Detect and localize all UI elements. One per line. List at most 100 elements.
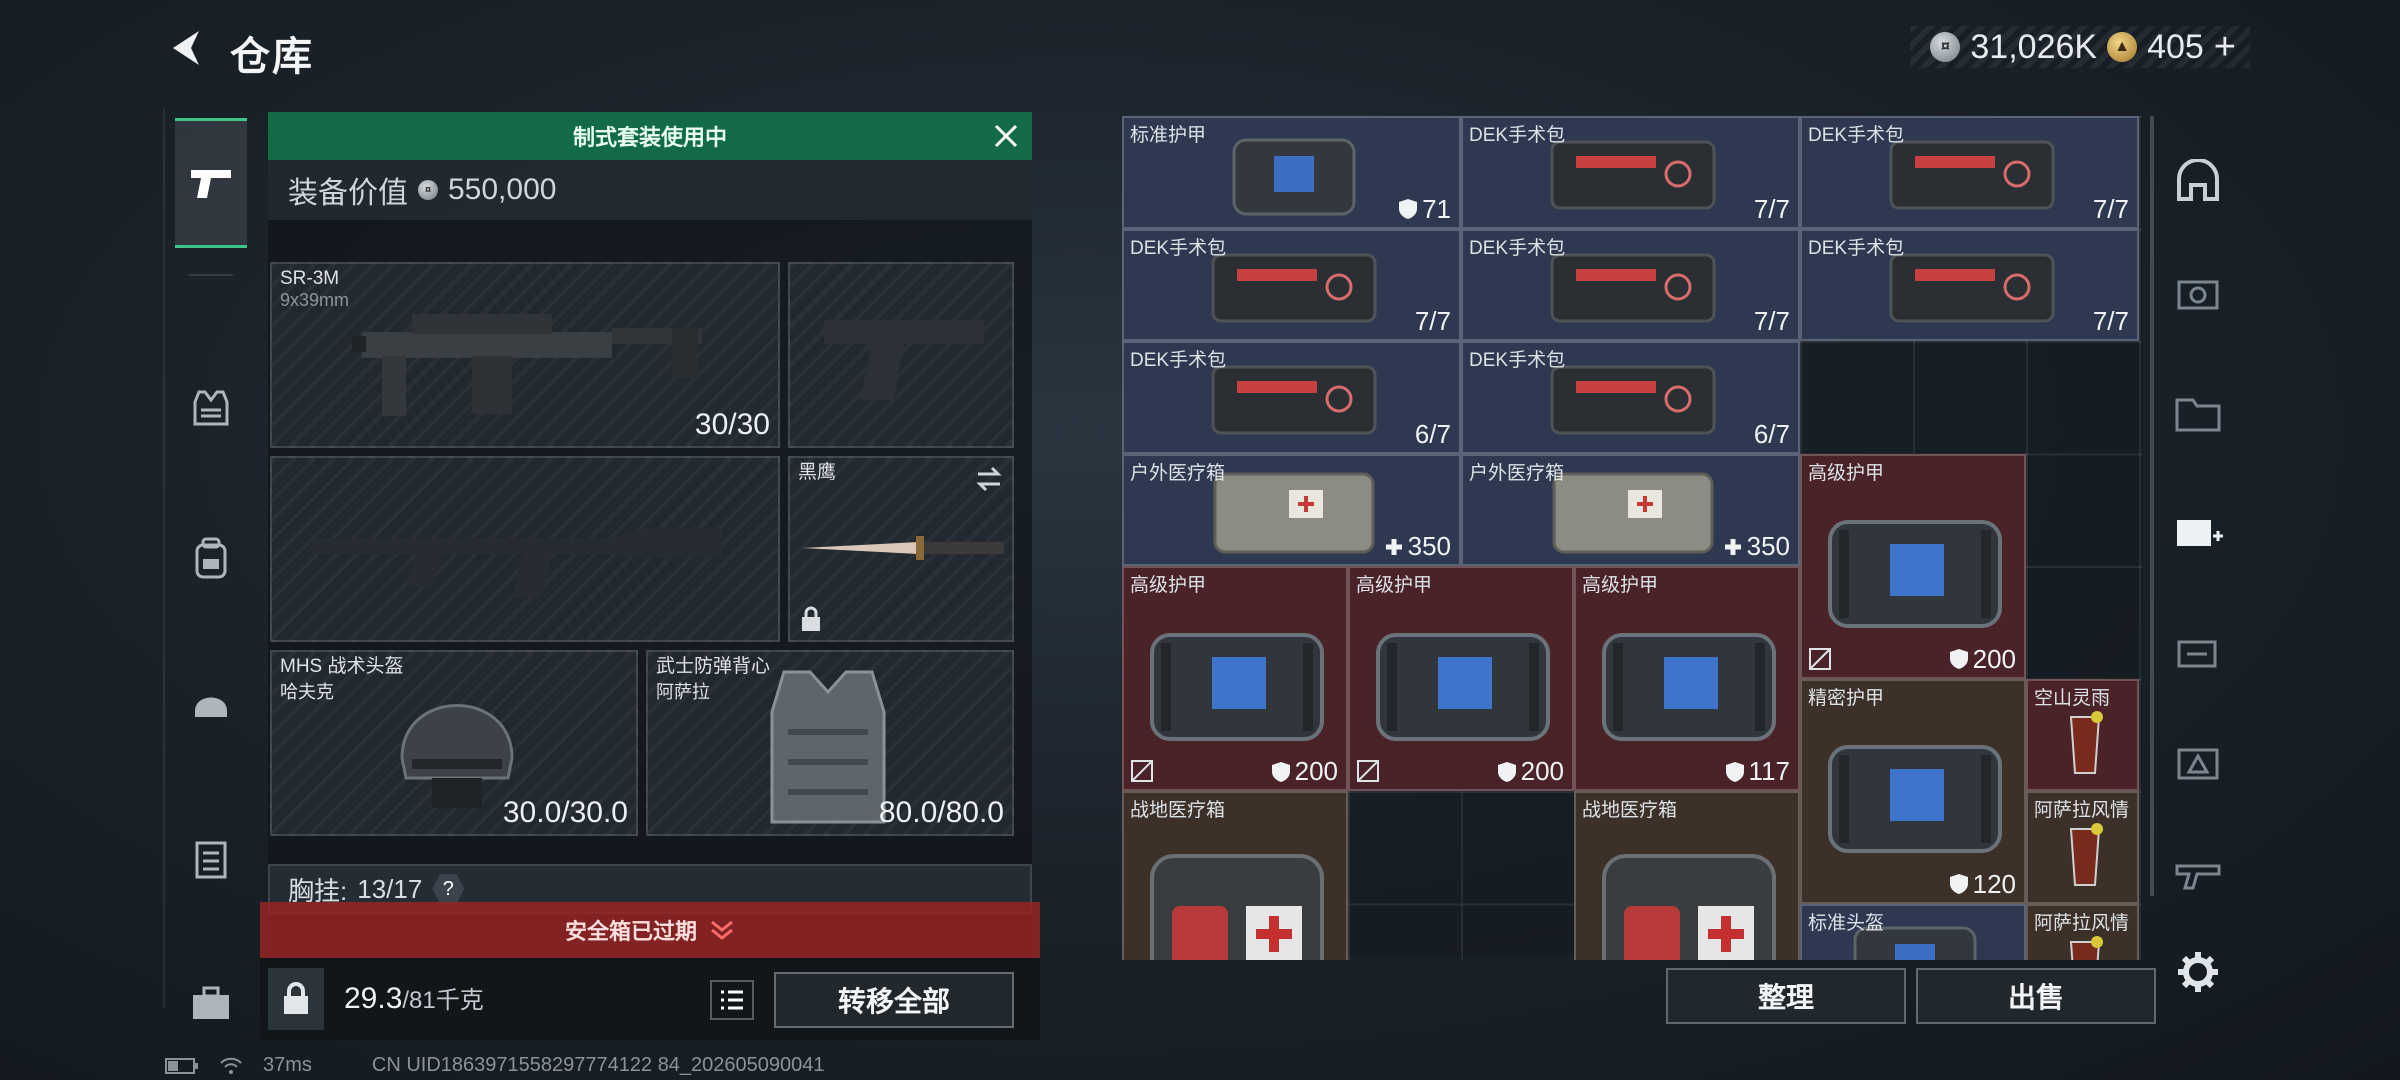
category-helmet[interactable] bbox=[175, 673, 247, 733]
settings-button[interactable] bbox=[2170, 942, 2226, 1002]
vest-image bbox=[770, 670, 886, 824]
item-name: 户外医疗箱 bbox=[1469, 462, 1565, 484]
storage-item[interactable]: DEK手术包 7/7 bbox=[1800, 116, 2139, 229]
item-name: 战地医疗箱 bbox=[1582, 800, 1678, 821]
category-chest-rig[interactable] bbox=[175, 828, 247, 888]
storage-item[interactable]: 户外医疗箱 350 bbox=[1461, 453, 1800, 566]
close-icon[interactable] bbox=[990, 120, 1022, 152]
gun-filter-icon bbox=[2175, 864, 2221, 890]
storage-item[interactable]: DEK手术包 6/7 bbox=[1461, 341, 1800, 454]
storage-item[interactable]: 户外医疗箱 350 bbox=[1122, 453, 1461, 566]
storage-item[interactable]: 高级护甲 200 bbox=[1122, 566, 1348, 791]
storage-item[interactable]: 精密护甲 120 bbox=[1800, 678, 2026, 904]
storage-item[interactable]: 阿萨拉风情 bbox=[2026, 791, 2139, 904]
pistol-silhouette-icon bbox=[824, 320, 984, 400]
item-name: 精密护甲 bbox=[1808, 687, 1885, 709]
filter-medical[interactable] bbox=[2170, 502, 2226, 562]
triangle-filter-icon bbox=[2177, 748, 2219, 780]
item-name: DEK手术包 bbox=[1808, 125, 1905, 146]
swap-icon[interactable] bbox=[974, 466, 1004, 492]
storage-item[interactable]: 高级护甲 117 bbox=[1574, 566, 1800, 791]
storage-item[interactable]: 空山灵雨 bbox=[2026, 678, 2139, 791]
item-quantity: 7/7 bbox=[2092, 306, 2129, 336]
transfer-all-button[interactable]: 转移全部 bbox=[774, 972, 1014, 1028]
storage-item[interactable]: 标准护甲 71 bbox=[1122, 116, 1461, 229]
storage-item[interactable]: DEK手术包 7/7 bbox=[1461, 116, 1800, 229]
first-aid-case-image bbox=[1150, 853, 1324, 960]
rifle-silhouette-icon bbox=[312, 528, 722, 598]
status-bar: 37ms CN UID1863971558297774122 84_202605… bbox=[165, 1054, 825, 1077]
currency-display: ¤ 31,026K ▲ 405 + bbox=[1910, 26, 2250, 68]
add-currency-button[interactable]: + bbox=[2214, 26, 2236, 69]
safebox-expired-text: 安全箱已过期 bbox=[564, 919, 697, 944]
ping: 37ms bbox=[263, 1054, 312, 1076]
helmet-name: MHS 战术头盔 bbox=[280, 656, 404, 677]
category-case[interactable] bbox=[175, 973, 247, 1033]
secondary-weapon-slot[interactable] bbox=[270, 456, 780, 642]
item-name: DEK手术包 bbox=[1469, 237, 1566, 259]
equipment-value-label: 装备价值 bbox=[288, 177, 408, 210]
filter-tier-3-gear[interactable] bbox=[2170, 622, 2226, 682]
first-aid-case-image bbox=[1602, 853, 1776, 960]
shield-icon bbox=[1725, 761, 1744, 782]
armor-bag-image bbox=[1828, 520, 2002, 628]
filter-tier-4-folder[interactable] bbox=[2170, 382, 2226, 442]
storage-item[interactable]: DEK手术包 7/7 bbox=[1461, 228, 1800, 341]
item-name: 战地医疗箱 bbox=[1130, 800, 1226, 821]
weapon-ammo: 9x39mm bbox=[280, 290, 350, 310]
rig-icon bbox=[195, 841, 227, 879]
page-title: 仓库 bbox=[230, 35, 314, 79]
list-view-button[interactable] bbox=[710, 980, 754, 1020]
sort-button[interactable]: 整理 bbox=[1666, 968, 1906, 1024]
category-backpack[interactable] bbox=[175, 528, 247, 588]
item-quantity: 350 bbox=[1384, 531, 1451, 562]
surgery-kit-image bbox=[1550, 365, 1715, 435]
sell-button[interactable]: 出售 bbox=[1916, 968, 2156, 1024]
filter-tier-3-gun[interactable] bbox=[2170, 842, 2226, 902]
back-button[interactable] bbox=[160, 22, 212, 74]
storage-item[interactable]: DEK手术包 6/7 bbox=[1122, 341, 1461, 454]
surgery-kit-image bbox=[1889, 140, 2054, 210]
melee-name: 黑鹰 bbox=[798, 462, 837, 483]
safebox-expired-bar[interactable]: 安全箱已过期 bbox=[260, 902, 1040, 958]
no-insure-icon bbox=[1131, 760, 1153, 782]
category-weapons[interactable] bbox=[175, 118, 247, 248]
filter-tier-3-rig[interactable] bbox=[2170, 732, 2226, 792]
medkit-filter-icon bbox=[2177, 520, 2223, 546]
storage-item[interactable]: 高级护甲 200 bbox=[1348, 566, 1574, 791]
wifi-icon bbox=[220, 1057, 242, 1074]
storage-item[interactable]: 战地医疗箱 bbox=[1574, 791, 1800, 960]
item-quantity: 120 bbox=[1949, 869, 2016, 900]
filter-sidebar bbox=[2162, 112, 2234, 992]
uid-text: CN UID1863971558297774122 84_20260509004… bbox=[371, 1054, 825, 1076]
filter-tier-5[interactable] bbox=[2170, 262, 2226, 322]
storage-item[interactable]: 战地医疗箱 bbox=[1122, 791, 1348, 960]
storage-item[interactable]: 标准头盔 bbox=[1800, 903, 2026, 960]
gear-icon bbox=[2178, 952, 2218, 992]
item-quantity: 117 bbox=[1725, 756, 1790, 787]
equipment-value-row: 装备价值 ¤ 550,000 bbox=[268, 160, 1032, 220]
help-icon[interactable]: ? bbox=[432, 874, 465, 904]
storage-item[interactable]: 阿萨拉风情 bbox=[2026, 903, 2139, 960]
helmet-slot[interactable]: MHS 战术头盔 哈夫克 30.0/30.0 bbox=[270, 650, 638, 836]
equipment-value: 550,000 bbox=[448, 173, 557, 206]
category-armor-vest[interactable] bbox=[175, 378, 247, 438]
storage-item[interactable]: 高级护甲 200 bbox=[1800, 453, 2026, 679]
knife-icon bbox=[802, 536, 1004, 560]
armor-bag-image bbox=[1376, 632, 1550, 741]
item-name: 高级护甲 bbox=[1356, 575, 1433, 596]
primary-weapon-slot[interactable]: SR-3M 9x39mm 30/30 bbox=[270, 262, 780, 448]
briefcase-icon bbox=[193, 986, 229, 1019]
melee-slot[interactable]: 黑鹰 bbox=[788, 456, 1014, 642]
storage-item[interactable]: DEK手术包 7/7 bbox=[1800, 228, 2139, 341]
armor-slot[interactable]: 武士防弹背心 阿萨拉 80.0/80.0 bbox=[646, 650, 1014, 836]
surgery-kit-image bbox=[1550, 253, 1715, 323]
item-name: DEK手术包 bbox=[1130, 350, 1227, 371]
storage-item[interactable]: DEK手术包 7/7 bbox=[1122, 228, 1461, 341]
filter-all[interactable] bbox=[2170, 152, 2226, 212]
pistol-slot[interactable] bbox=[788, 262, 1014, 448]
shield-icon bbox=[1949, 874, 1968, 894]
lock-button[interactable] bbox=[268, 968, 324, 1030]
storage-scrollbar[interactable] bbox=[2150, 116, 2154, 896]
armor-bag-image bbox=[1150, 632, 1324, 741]
